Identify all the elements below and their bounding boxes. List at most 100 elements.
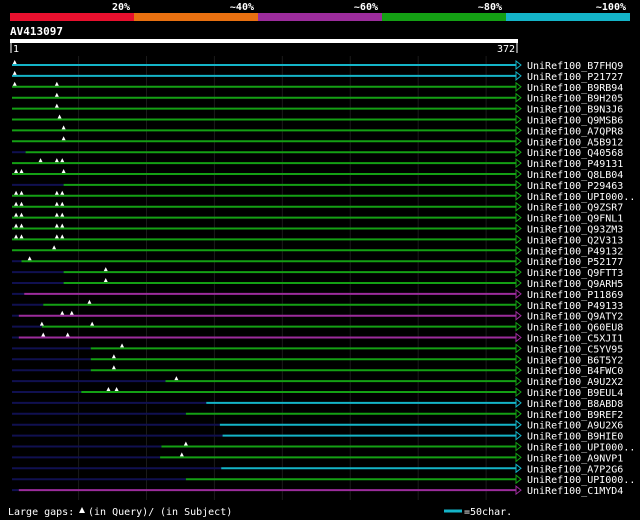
hit-name[interactable]: UniRef100_Q40568 — [527, 148, 623, 159]
query-gap-marker — [120, 343, 125, 348]
hit-row[interactable]: UniRef100_A7QPR8 — [12, 125, 623, 137]
alignment-arrow — [515, 365, 522, 376]
hit-name[interactable]: UniRef100_B9RB94 — [527, 83, 623, 94]
alignment-arrow — [515, 245, 522, 256]
hit-row[interactable]: UniRef100_UPI000.. — [12, 190, 635, 203]
hit-row[interactable]: UniRef100_P49133 — [12, 299, 623, 312]
hit-row[interactable]: UniRef100_B9H205 — [12, 92, 623, 105]
hit-name[interactable]: UniRef100_Q9FNL1 — [527, 214, 623, 225]
hit-row[interactable]: UniRef100_B8ABD8 — [12, 397, 623, 410]
query-gap-marker — [19, 234, 24, 239]
hit-row[interactable]: UniRef100_B9HIE0 — [12, 430, 623, 443]
legend-label: ~40% — [230, 2, 254, 13]
hit-name[interactable]: UniRef100_A9U2X6 — [527, 421, 623, 432]
hit-row[interactable]: UniRef100_Q9FTT3 — [12, 267, 623, 279]
hit-row[interactable]: UniRef100_Q40568 — [12, 147, 623, 159]
hit-name[interactable]: UniRef100_A9U2X2 — [527, 377, 623, 388]
hit-row[interactable]: UniRef100_Q9MSB6 — [12, 114, 623, 127]
hit-row[interactable]: UniRef100_UPI000.. — [12, 474, 635, 486]
hit-row[interactable]: UniRef100_A7P2G6 — [12, 463, 623, 475]
hit-name[interactable]: UniRef100_P49132 — [527, 246, 623, 257]
hit-row[interactable]: UniRef100_P21727 — [12, 70, 623, 83]
hit-name[interactable]: UniRef100_P29463 — [527, 181, 623, 192]
hit-name[interactable]: UniRef100_B9H205 — [527, 94, 623, 105]
alignment-arrow — [515, 59, 522, 71]
hit-row[interactable]: UniRef100_C1MYD4 — [12, 485, 623, 497]
hit-row[interactable]: UniRef100_Q2V313 — [12, 234, 623, 246]
hit-row[interactable]: UniRef100_Q9ZSR7 — [12, 201, 623, 214]
hit-row[interactable]: UniRef100_B4FWC0 — [12, 365, 623, 377]
hit-row[interactable]: UniRef100_B9RB94 — [12, 81, 623, 94]
alignment-arrow — [515, 332, 522, 343]
hit-name[interactable]: UniRef100_B9N3J6 — [527, 105, 623, 116]
alignment-arrow — [515, 92, 522, 103]
alignment-arrow — [515, 430, 522, 441]
hit-name[interactable]: UniRef100_P52177 — [527, 257, 623, 268]
hit-name[interactable]: UniRef100_Q60EU8 — [527, 323, 623, 334]
hit-row[interactable]: UniRef100_UPI000.. — [12, 441, 635, 454]
hit-row[interactable]: UniRef100_B6T5Y2 — [12, 354, 623, 366]
query-gap-marker — [61, 125, 66, 130]
query-gap-marker — [12, 60, 17, 64]
hit-name[interactable]: UniRef100_P49131 — [527, 159, 623, 170]
hit-name[interactable]: UniRef100_B6T5Y2 — [527, 355, 623, 366]
hit-name[interactable]: UniRef100_C1MYD4 — [527, 486, 623, 497]
hit-name[interactable]: UniRef100_A7QPR8 — [527, 126, 623, 137]
hit-row[interactable]: UniRef100_A9U2X2 — [12, 376, 623, 388]
hit-row[interactable]: UniRef100_P29463 — [12, 179, 623, 192]
query-gap-marker — [54, 223, 59, 228]
hit-row[interactable]: UniRef100_Q93ZM3 — [12, 223, 623, 236]
legend-swatch — [506, 13, 630, 21]
hit-row[interactable]: UniRef100_A5B912 — [12, 136, 623, 148]
hit-name[interactable]: UniRef100_P21727 — [527, 72, 623, 83]
hit-row[interactable]: UniRef100_P52177 — [12, 256, 623, 268]
query-gap-marker — [114, 387, 119, 391]
alignment-arrow — [515, 201, 522, 212]
hit-name[interactable]: UniRef100_B7FHQ9 — [527, 61, 623, 72]
hit-name[interactable]: UniRef100_Q8LB04 — [527, 170, 623, 181]
hit-name[interactable]: UniRef100_Q93ZM3 — [527, 225, 623, 236]
hit-row[interactable]: UniRef100_A9NVP1 — [12, 452, 623, 464]
hit-row[interactable]: UniRef100_Q60EU8 — [12, 321, 623, 334]
hit-name[interactable]: UniRef100_P11869 — [527, 290, 623, 301]
hit-name[interactable]: UniRef100_A9NVP1 — [527, 453, 623, 464]
hit-name[interactable]: UniRef100_A5B912 — [527, 137, 623, 148]
hit-name[interactable]: UniRef100_B9HIE0 — [527, 432, 623, 443]
hit-row[interactable]: UniRef100_Q9FNL1 — [12, 212, 623, 225]
hit-row[interactable]: UniRef100_P49132 — [12, 245, 623, 257]
hit-name[interactable]: UniRef100_Q9ZSR7 — [527, 203, 623, 214]
hit-row[interactable]: UniRef100_Q9ATY2 — [12, 310, 623, 323]
alignment-arrow — [515, 168, 522, 180]
hit-name[interactable]: UniRef100_B8ABD8 — [527, 399, 623, 410]
hit-name[interactable]: UniRef100_B4FWC0 — [527, 366, 623, 377]
hit-name[interactable]: UniRef100_Q9FTT3 — [527, 268, 623, 279]
hit-row[interactable]: UniRef100_Q8LB04 — [12, 168, 623, 181]
hit-name[interactable]: UniRef100_UPI000.. — [527, 192, 635, 203]
hit-row[interactable]: UniRef100_B7FHQ9 — [12, 59, 623, 72]
hit-row[interactable]: UniRef100_B9EUL4 — [12, 386, 623, 399]
hit-name[interactable]: UniRef100_UPI000.. — [527, 443, 635, 454]
hit-name[interactable]: UniRef100_C5YV95 — [527, 344, 623, 355]
hit-row[interactable]: UniRef100_Q9ARH5 — [12, 277, 623, 290]
hit-row[interactable]: UniRef100_P49131 — [12, 158, 623, 170]
query-gap-marker — [60, 223, 65, 228]
hit-row[interactable]: UniRef100_A9U2X6 — [12, 419, 623, 432]
hit-name[interactable]: UniRef100_B9REF2 — [527, 410, 623, 421]
hit-row[interactable]: UniRef100_P11869 — [12, 288, 623, 301]
hit-name[interactable]: UniRef100_Q2V313 — [527, 235, 623, 246]
hit-row[interactable]: UniRef100_C5XJI1 — [12, 332, 623, 345]
alignment-arrow — [515, 212, 522, 223]
hit-name[interactable]: UniRef100_C5XJI1 — [527, 334, 623, 345]
hit-name[interactable]: UniRef100_A7P2G6 — [527, 464, 623, 475]
alignment-arrow — [515, 125, 522, 136]
hit-row[interactable]: UniRef100_B9N3J6 — [12, 103, 623, 116]
hit-name[interactable]: UniRef100_UPI000.. — [527, 475, 635, 486]
hit-row[interactable]: UniRef100_B9REF2 — [12, 408, 623, 421]
hit-row[interactable]: UniRef100_C5YV95 — [12, 343, 623, 355]
hit-name[interactable]: UniRef100_P49133 — [527, 301, 623, 312]
hit-name[interactable]: UniRef100_Q9ARH5 — [527, 279, 623, 290]
hit-name[interactable]: UniRef100_Q9ATY2 — [527, 312, 623, 323]
query-gap-marker — [106, 387, 111, 391]
hit-name[interactable]: UniRef100_B9EUL4 — [527, 388, 623, 399]
hit-name[interactable]: UniRef100_Q9MSB6 — [527, 116, 623, 127]
